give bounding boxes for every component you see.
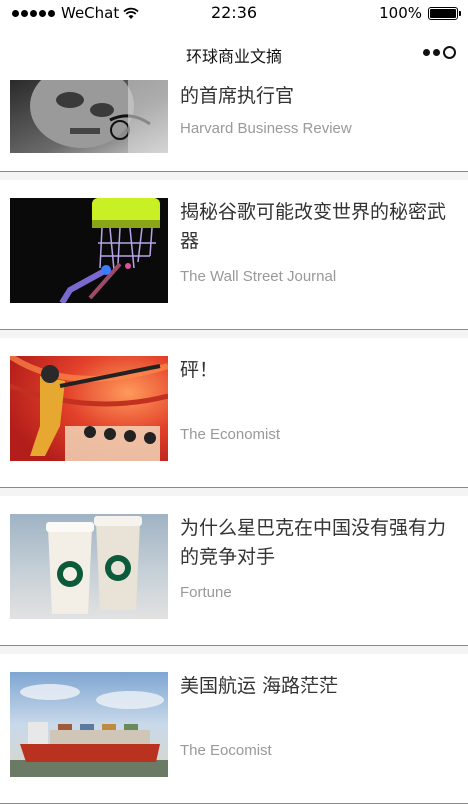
quantum-chip-photo — [10, 198, 168, 303]
more-options-icon[interactable] — [423, 42, 456, 62]
article-source: The Eocomist — [180, 742, 272, 759]
section-gap — [0, 646, 468, 654]
article-title: 美国航运 海路茫茫 — [180, 675, 339, 697]
article-title: 揭秘谷歌可能改变世界的秘密武器 — [180, 201, 447, 252]
article-item[interactable]: 为什么星巴克在中国没有强有力的竞争对手 Fortune — [0, 496, 468, 654]
article-item[interactable]: 的首席执行官 Harvard Business Review — [0, 80, 468, 180]
article-item[interactable]: 砰！ The Economist — [0, 338, 468, 496]
article-source: The Wall Street Journal — [180, 268, 337, 285]
article-title: 的首席执行官 — [180, 85, 295, 107]
status-bar: WeChat 22:36 100% — [0, 0, 468, 26]
section-gap — [0, 488, 468, 496]
article-list: 的首席执行官 Harvard Business Review 揭秘谷歌可能改变世… — [0, 80, 468, 804]
battery-percent: 100% — [379, 4, 422, 22]
status-right: 100% — [379, 4, 461, 22]
starbucks-cups-photo — [10, 514, 168, 619]
section-gap — [0, 330, 468, 338]
article-source: The Economist — [180, 426, 281, 443]
article-item[interactable]: 揭秘谷歌可能改变世界的秘密武器 The Wall Street Journal — [0, 180, 468, 338]
article-title: 砰！ — [180, 359, 219, 381]
battery-icon — [428, 6, 461, 20]
battery-fill — [430, 8, 456, 18]
article-title: 为什么星巴克在中国没有强有力的竞争对手 — [180, 517, 447, 568]
article-item[interactable]: 美国航运 海路茫茫 The Eocomist — [0, 654, 468, 804]
article-source: Fortune — [180, 584, 232, 601]
section-gap — [0, 172, 468, 180]
article-source: Harvard Business Review — [180, 120, 352, 137]
comic-illustration — [10, 356, 168, 461]
cargo-ship-photo — [10, 672, 168, 777]
nav-bar: 环球商业文摘 — [0, 30, 468, 76]
man-with-glasses-photo — [10, 80, 168, 153]
page-title: 环球商业文摘 — [185, 47, 282, 66]
